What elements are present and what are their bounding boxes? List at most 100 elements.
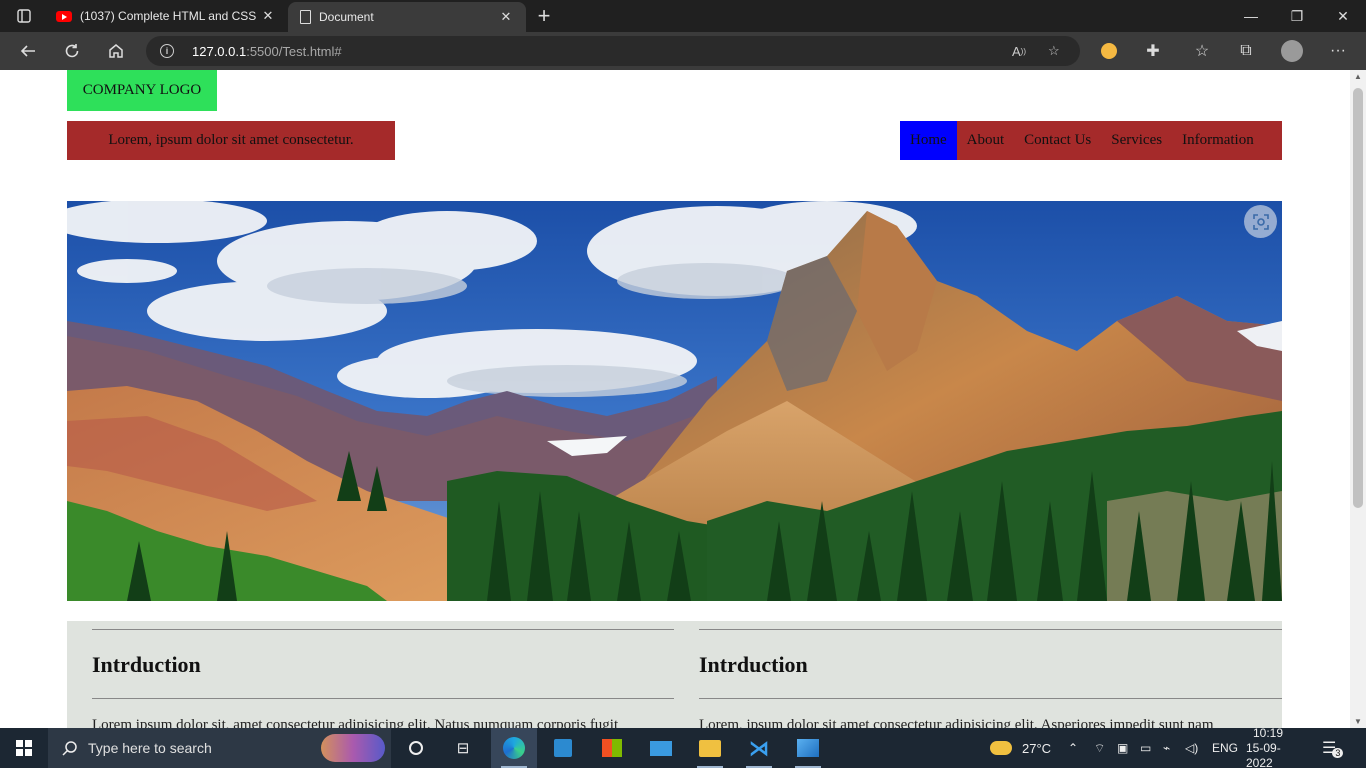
profile-button[interactable] [1276, 36, 1308, 66]
search-placeholder: Type here to search [88, 740, 212, 756]
page-viewport: COMPANY LOGO Lorem, ipsum dolor sit amet… [0, 70, 1350, 728]
vscode-icon: ⋊ [749, 737, 769, 760]
collections-button[interactable]: ⧉ [1230, 36, 1262, 66]
nav-item-information[interactable]: Information [1172, 121, 1264, 160]
temperature: 27°C [1022, 740, 1052, 756]
minimize-button[interactable]: — [1228, 0, 1274, 32]
language-indicator[interactable]: ENG [1212, 728, 1238, 768]
visual-search-icon [1252, 213, 1269, 230]
windows-logo-icon [16, 740, 32, 756]
close-window-button[interactable]: ✕ [1320, 0, 1366, 32]
refresh-button[interactable] [56, 36, 88, 66]
youtube-icon [56, 10, 72, 22]
visual-search-button[interactable] [1244, 205, 1277, 238]
nav-item-about[interactable]: About [957, 121, 1015, 160]
browser-tab-bar: (1037) Complete HTML and CSS ✕ Document … [0, 0, 1366, 32]
section-text: Lorem, ipsum dolor sit amet consectetur … [699, 717, 1214, 728]
taskbar-app-photos[interactable] [785, 728, 831, 768]
taskbar-search-box[interactable]: Type here to search [48, 728, 391, 768]
favorites-button[interactable]: ☆ [1186, 36, 1218, 66]
address-bar[interactable]: i 127.0.0.1:5500/Test.html# A)) ☆ [146, 36, 1080, 66]
taskbar-app-file-explorer[interactable] [687, 728, 733, 768]
edge-icon [503, 737, 525, 759]
content-column-1: Intrduction Lorem ipsum dolor sit, amet … [92, 629, 674, 728]
avatar [1281, 40, 1303, 62]
browser-toolbar: i 127.0.0.1:5500/Test.html# A)) ☆ ✚ ☆ ⧉ … [0, 32, 1366, 70]
taskbar-app-edge[interactable] [491, 728, 537, 768]
nav-item-home[interactable]: Home [900, 121, 957, 160]
favorite-add-icon[interactable]: ☆ [1048, 36, 1060, 66]
divider [92, 629, 674, 630]
content-section: Intrduction Lorem ipsum dolor sit, amet … [67, 621, 1282, 728]
back-arrow-icon [20, 45, 35, 57]
search-highlight-icon [321, 734, 385, 762]
main-nav: Home About Contact Us Services Informati… [900, 121, 1282, 160]
extension-badge-icon [1101, 43, 1117, 59]
chevron-up-icon: ⌃ [1068, 741, 1079, 755]
store-icon [602, 739, 622, 757]
browser-tab-youtube[interactable]: (1037) Complete HTML and CSS ✕ [48, 0, 284, 32]
back-button[interactable] [12, 36, 44, 66]
section-text: Lorem ipsum dolor sit, amet consectetur … [92, 717, 619, 728]
company-logo[interactable]: COMPANY LOGO [67, 70, 217, 111]
battery-icon[interactable]: ▭ [1140, 728, 1151, 768]
refresh-icon [65, 44, 79, 58]
scroll-up-icon[interactable]: ▲ [1354, 72, 1362, 81]
page-scrollbar[interactable]: ▲ ▼ [1350, 70, 1366, 728]
nav-item-services[interactable]: Services [1101, 121, 1172, 160]
show-hidden-icons-button[interactable]: ⌃ [1068, 728, 1078, 768]
weather-widget[interactable]: 27°C [990, 728, 1051, 768]
divider [699, 698, 1282, 699]
media-icon [554, 739, 572, 757]
site-info-icon[interactable]: i [160, 44, 174, 58]
tab-title: Document [319, 10, 374, 24]
volume-icon[interactable]: ◁) [1185, 728, 1198, 768]
taskbar-app-media[interactable] [540, 728, 586, 768]
search-icon [62, 741, 77, 756]
notification-center-button[interactable]: ☰ 3 [1322, 728, 1344, 768]
more-icon: ··· [1330, 42, 1346, 59]
browser-tab-document[interactable]: Document ✕ [288, 2, 526, 32]
taskbar-app-vscode[interactable]: ⋊ [736, 728, 782, 768]
hero-image [67, 201, 1282, 601]
scroll-down-icon[interactable]: ▼ [1354, 717, 1362, 726]
close-tab-icon[interactable]: ✕ [260, 8, 276, 24]
tab-actions-button[interactable] [8, 4, 40, 28]
task-view-icon: ⊟ [456, 740, 470, 757]
start-button[interactable] [0, 728, 48, 768]
clock[interactable]: 10:19 15-09-2022 [1246, 726, 1290, 768]
windows-taskbar: Type here to search ⊟ ⋊ 27°C ⌃ ⌔ ▣ ▭ ⌁ ◁… [0, 726, 1366, 768]
document-icon [300, 10, 311, 24]
tab-actions-icon [17, 9, 31, 23]
extensions-button[interactable]: ✚ [1137, 36, 1169, 66]
read-aloud-icon[interactable]: A)) [1012, 36, 1026, 66]
mail-icon [650, 740, 672, 756]
task-view-button[interactable]: ⊟ [440, 728, 486, 768]
settings-menu-button[interactable]: ··· [1322, 36, 1354, 66]
url-path: :5500/Test.html# [246, 43, 342, 59]
close-tab-icon[interactable]: ✕ [498, 9, 514, 25]
tagline-bar: Lorem, ipsum dolor sit amet consectetur. [67, 121, 395, 160]
notification-count: 3 [1332, 748, 1344, 758]
taskbar-app-store[interactable] [589, 728, 635, 768]
taskbar-app-mail[interactable] [638, 728, 684, 768]
device-icon[interactable]: ▣ [1117, 728, 1128, 768]
cortana-icon [409, 741, 423, 755]
home-icon [109, 44, 123, 58]
nav-item-contact-us[interactable]: Contact Us [1014, 121, 1101, 160]
restore-button[interactable]: ❐ [1274, 0, 1320, 32]
network-icon[interactable]: ⌔ [1094, 728, 1105, 768]
divider [92, 698, 674, 699]
scrollbar-thumb[interactable] [1353, 88, 1363, 508]
home-button[interactable] [100, 36, 132, 66]
url-host: 127.0.0.1 [192, 43, 247, 59]
divider [699, 629, 1282, 630]
new-tab-button[interactable]: + [532, 3, 556, 28]
cortana-button[interactable] [393, 728, 439, 768]
section-heading: Intrduction [699, 652, 808, 677]
power-icon[interactable]: ⌁ [1163, 728, 1170, 768]
tab-title: (1037) Complete HTML and CSS [80, 9, 257, 23]
folder-icon [699, 739, 721, 757]
puzzle-icon: ✚ [1146, 43, 1160, 60]
extension-button[interactable] [1093, 36, 1125, 66]
